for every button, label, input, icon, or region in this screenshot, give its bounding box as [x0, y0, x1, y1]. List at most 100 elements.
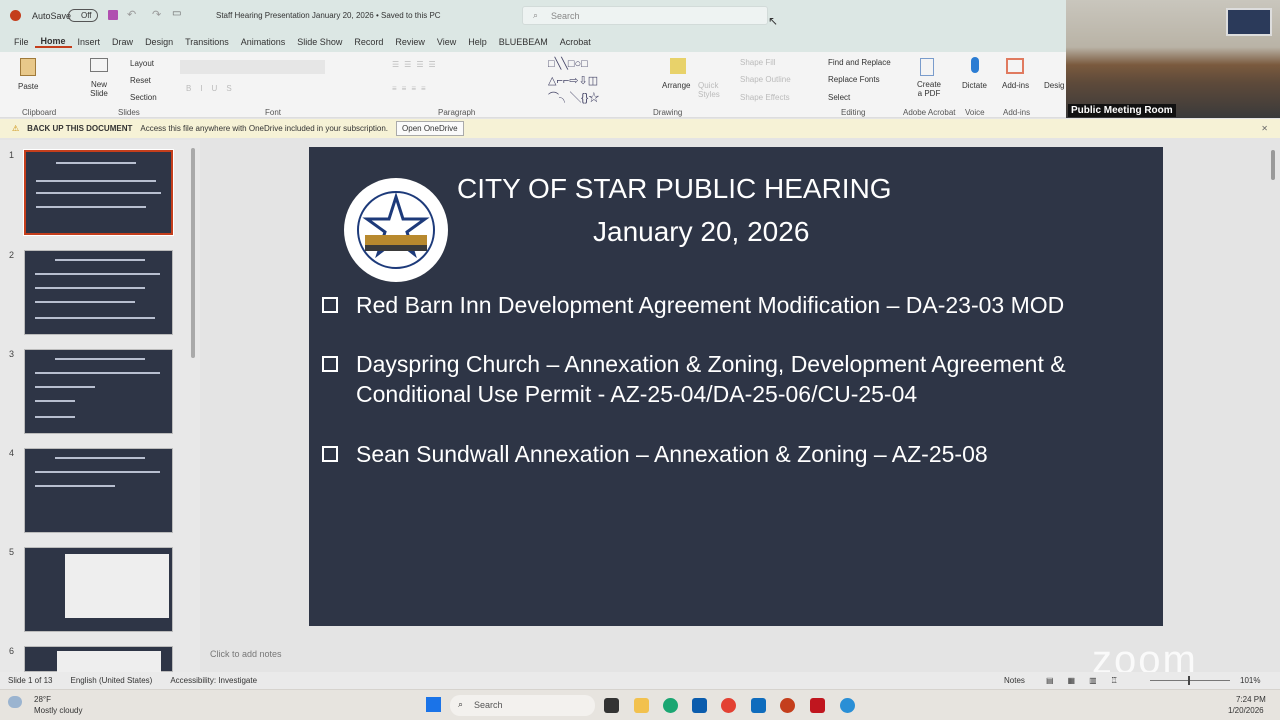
thumb-number: 4	[9, 448, 15, 458]
edge-icon[interactable]	[663, 698, 678, 713]
present-icon[interactable]: ▭	[172, 8, 181, 19]
addins-button[interactable]: Add-ins	[1002, 81, 1029, 90]
microphone-icon	[971, 57, 979, 73]
weather-desc[interactable]: Mostly cloudy	[34, 706, 82, 715]
thumb-number: 1	[9, 150, 15, 160]
bluebeam-icon[interactable]	[840, 698, 855, 713]
store-icon[interactable]	[692, 698, 707, 713]
close-icon[interactable]: ✕	[1261, 124, 1268, 133]
notification-title: BACK UP THIS DOCUMENT	[27, 124, 133, 133]
tab-animations[interactable]: Animations	[235, 37, 292, 47]
file-explorer-icon[interactable]	[634, 698, 649, 713]
tab-review[interactable]: Review	[389, 37, 431, 47]
group-editing: Editing	[841, 108, 866, 117]
search-icon: ⌕	[533, 10, 539, 20]
tab-insert[interactable]: Insert	[72, 37, 107, 47]
powerpoint-icon[interactable]	[780, 698, 795, 713]
quick-styles-button[interactable]: Quick Styles	[698, 81, 722, 99]
slide-counter: Slide 1 of 13	[8, 676, 53, 685]
pdf-icon	[920, 58, 934, 76]
slide-thumbnail-3[interactable]	[24, 349, 173, 434]
tab-home[interactable]: Home	[34, 36, 72, 48]
notes-button[interactable]: Notes	[1004, 676, 1025, 685]
tab-transitions[interactable]: Transitions	[179, 37, 235, 47]
font-format-buttons[interactable]: BIUS	[186, 84, 241, 93]
view-buttons[interactable]: ▤▦▥♖	[1046, 676, 1132, 685]
notes-placeholder[interactable]: Click to add notes	[210, 649, 282, 659]
designer-button[interactable]: Designer	[1044, 81, 1064, 90]
zoom-slider[interactable]	[1150, 676, 1230, 685]
slide-thumbnail-2[interactable]	[24, 250, 173, 335]
city-seal-logo	[344, 178, 448, 282]
paste-button[interactable]: Paste	[18, 82, 38, 91]
tab-record[interactable]: Record	[348, 37, 389, 47]
tab-slide-show[interactable]: Slide Show	[291, 37, 348, 47]
video-feed: Public Meeting Room	[1066, 0, 1280, 118]
chrome-icon[interactable]	[721, 698, 736, 713]
group-drawing: Drawing	[653, 108, 683, 117]
clock-time[interactable]: 7:24 PM	[1236, 695, 1266, 704]
language-status[interactable]: English (United States)	[70, 676, 152, 685]
search-box[interactable]: ⌕ Search	[522, 6, 768, 25]
weather-icon	[8, 696, 22, 708]
reset-button[interactable]: Reset	[130, 76, 151, 85]
arrange-button[interactable]: Arrange	[662, 81, 690, 90]
paragraph-buttons[interactable]: ☰☰☰☰	[392, 60, 441, 69]
shapes-gallery[interactable]: □╲╲□○□ △⌐⌐⇨⇩◫ ⌒╮╲{}☆	[548, 56, 648, 107]
autosave-toggle[interactable]: Off	[68, 9, 98, 22]
main-scrollbar[interactable]	[1271, 150, 1275, 180]
group-addins: Add-ins	[1003, 108, 1031, 117]
thumbnails-scrollbar[interactable]	[191, 148, 195, 358]
shape-effects-button[interactable]: Shape Effects	[740, 93, 790, 102]
tab-file[interactable]: File	[8, 37, 35, 47]
find-replace-button[interactable]: Find and Replace	[828, 58, 891, 67]
thumb-number: 5	[9, 547, 15, 557]
group-acrobat: Adobe Acrobat	[903, 108, 956, 117]
status-bar: Slide 1 of 13 English (United States) Ac…	[0, 672, 1280, 689]
search-icon: ⌕	[458, 699, 464, 709]
taskbar-search[interactable]: ⌕ Search	[450, 695, 595, 716]
replace-fonts-button[interactable]: Replace Fonts	[828, 75, 880, 84]
checkbox-bullet-icon	[322, 297, 338, 313]
bullet-item: Red Barn Inn Development Agreement Modif…	[322, 290, 1064, 320]
bullet-text: Dayspring Church – Annexation & Zoning, …	[356, 351, 1066, 407]
create-pdf-button[interactable]: Create a PDF	[914, 80, 944, 98]
save-icon[interactable]	[108, 10, 118, 20]
slide-canvas[interactable]: CITY OF STAR PUBLIC HEARING January 20, …	[309, 147, 1163, 626]
clock-date[interactable]: 1/20/2026	[1228, 706, 1264, 715]
weather-temp[interactable]: 28°F	[34, 695, 51, 704]
select-button[interactable]: Select	[828, 93, 850, 102]
open-onedrive-button[interactable]: Open OneDrive	[396, 121, 464, 136]
windows-start-icon[interactable]	[426, 697, 441, 712]
tab-design[interactable]: Design	[139, 37, 179, 47]
doc-title[interactable]: Staff Hearing Presentation January 20, 2…	[216, 11, 441, 20]
shape-fill-button[interactable]: Shape Fill	[740, 58, 776, 67]
bullet-text: Red Barn Inn Development Agreement Modif…	[356, 292, 1065, 318]
slide-thumbnail-6[interactable]	[24, 646, 173, 673]
new-slide-button[interactable]: New Slide	[88, 80, 110, 98]
slide-thumbnail-5[interactable]	[24, 547, 173, 632]
section-button[interactable]: Section	[130, 93, 157, 102]
font-name-field[interactable]	[180, 60, 325, 74]
layout-button[interactable]: Layout	[130, 59, 154, 68]
tab-view[interactable]: View	[431, 37, 462, 47]
notification-message: Access this file anywhere with OneDrive …	[140, 124, 389, 133]
slide-thumbnail-4[interactable]	[24, 448, 173, 533]
slide-thumbnail-1[interactable]	[23, 149, 174, 236]
thumb-number: 3	[9, 349, 15, 359]
tab-bluebeam[interactable]: BLUEBEAM	[493, 37, 554, 47]
shape-outline-button[interactable]: Shape Outline	[740, 75, 791, 84]
tab-help[interactable]: Help	[462, 37, 493, 47]
acrobat-icon[interactable]	[810, 698, 825, 713]
tab-acrobat[interactable]: Acrobat	[554, 37, 597, 47]
tab-draw[interactable]: Draw	[106, 37, 139, 47]
accessibility-status[interactable]: Accessibility: Investigate	[170, 676, 257, 685]
align-buttons[interactable]: ≡≡≡≡	[392, 84, 431, 93]
video-screen	[1226, 8, 1272, 36]
dictate-button[interactable]: Dictate	[962, 81, 987, 90]
outlook-icon[interactable]	[751, 698, 766, 713]
undo-icon[interactable]: ↶	[127, 8, 136, 21]
redo-icon[interactable]: ↷	[152, 8, 161, 21]
task-view-icon[interactable]	[604, 698, 619, 713]
zoom-level[interactable]: 101%	[1240, 676, 1260, 685]
